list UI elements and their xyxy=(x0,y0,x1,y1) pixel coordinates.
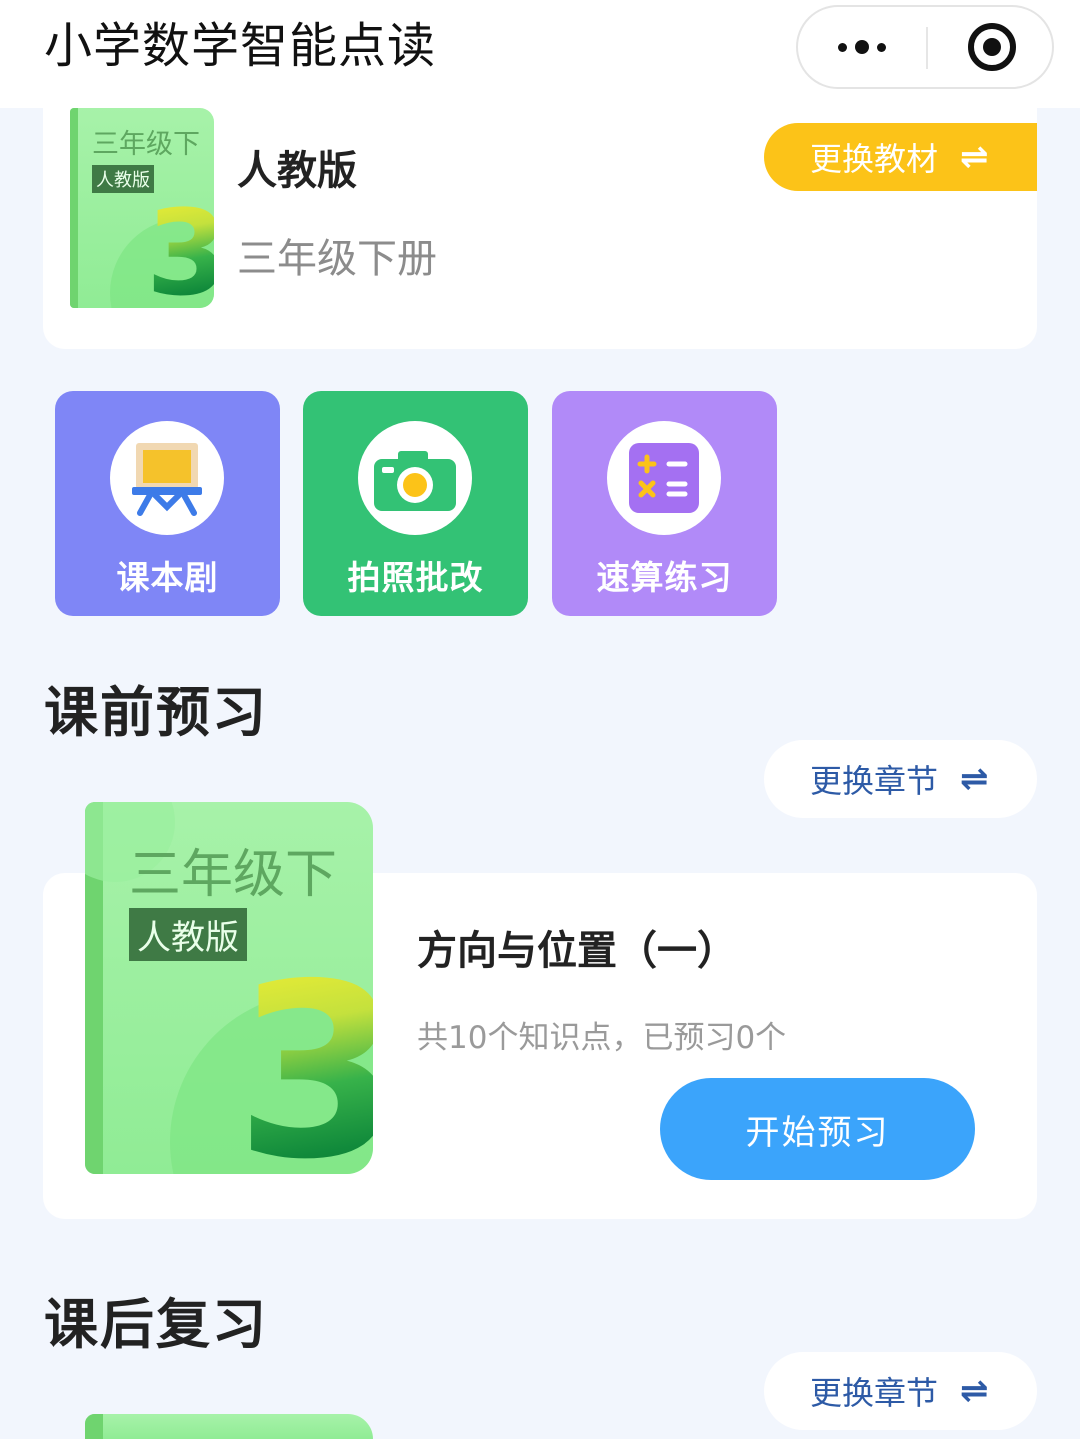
start-preview-button[interactable]: 开始预习 xyxy=(660,1078,975,1180)
cover-edition-badge: 人教版 xyxy=(92,165,154,193)
swap-arrows-icon: ⇌ xyxy=(960,1371,989,1411)
tool-quick-calculation[interactable]: 速算练习 xyxy=(552,391,777,616)
lesson-title: 方向与位置（一） xyxy=(417,928,737,974)
tool-label: 课本剧 xyxy=(116,558,219,597)
cover-grade-text: 三年级下 xyxy=(129,845,338,905)
page-title: 小学数学智能点读 xyxy=(44,18,437,74)
change-chapter-label: 更换章节 xyxy=(810,762,939,800)
change-chapter-button[interactable]: 更换章节 ⇌ xyxy=(764,740,1037,818)
review-section-title: 课后复习 xyxy=(44,1293,268,1356)
textbook-grade: 三年级下册 xyxy=(237,236,437,282)
textbook-cover[interactable]: 三年级下 人教版 3 xyxy=(70,108,214,308)
camera-icon xyxy=(358,421,472,535)
review-lesson-cover xyxy=(85,1414,373,1439)
more-dots-icon[interactable] xyxy=(798,7,926,87)
mini-program-capsule xyxy=(796,5,1054,89)
change-textbook-label: 更换教材 xyxy=(810,140,939,178)
lesson-progress-info: 共10个知识点，已预习0个 xyxy=(417,1020,787,1056)
change-chapter-button[interactable]: 更换章节 ⇌ xyxy=(764,1352,1037,1430)
cover-spine xyxy=(85,1414,103,1439)
lesson-cover: 三年级下 人教版 3 xyxy=(85,802,373,1174)
cover-grade-text: 三年级下 xyxy=(92,129,200,160)
cover-spine xyxy=(70,108,78,308)
preview-section-title: 课前预习 xyxy=(44,681,268,744)
cover-grade-number: 3 xyxy=(235,952,373,1174)
calculator-icon xyxy=(607,421,721,535)
capsule-divider xyxy=(926,27,928,69)
cover-edition-badge: 人教版 xyxy=(129,908,247,961)
swap-arrows-icon: ⇌ xyxy=(960,759,989,799)
swap-arrows-icon: ⇌ xyxy=(960,137,989,177)
change-chapter-label: 更换章节 xyxy=(810,1374,939,1412)
tool-label: 拍照批改 xyxy=(347,558,484,597)
cover-grade-number: 3 xyxy=(146,194,214,308)
change-textbook-button[interactable]: 更换教材 ⇌ xyxy=(764,123,1037,191)
tool-textbook-drama[interactable]: 课本剧 xyxy=(55,391,280,616)
top-bar: 小学数学智能点读 xyxy=(0,0,1080,108)
stage-board-icon xyxy=(110,421,224,535)
tool-photo-correction[interactable]: 拍照批改 xyxy=(303,391,528,616)
target-close-icon[interactable] xyxy=(968,23,1016,71)
tool-label: 速算练习 xyxy=(596,558,733,597)
textbook-edition: 人教版 xyxy=(237,148,357,194)
